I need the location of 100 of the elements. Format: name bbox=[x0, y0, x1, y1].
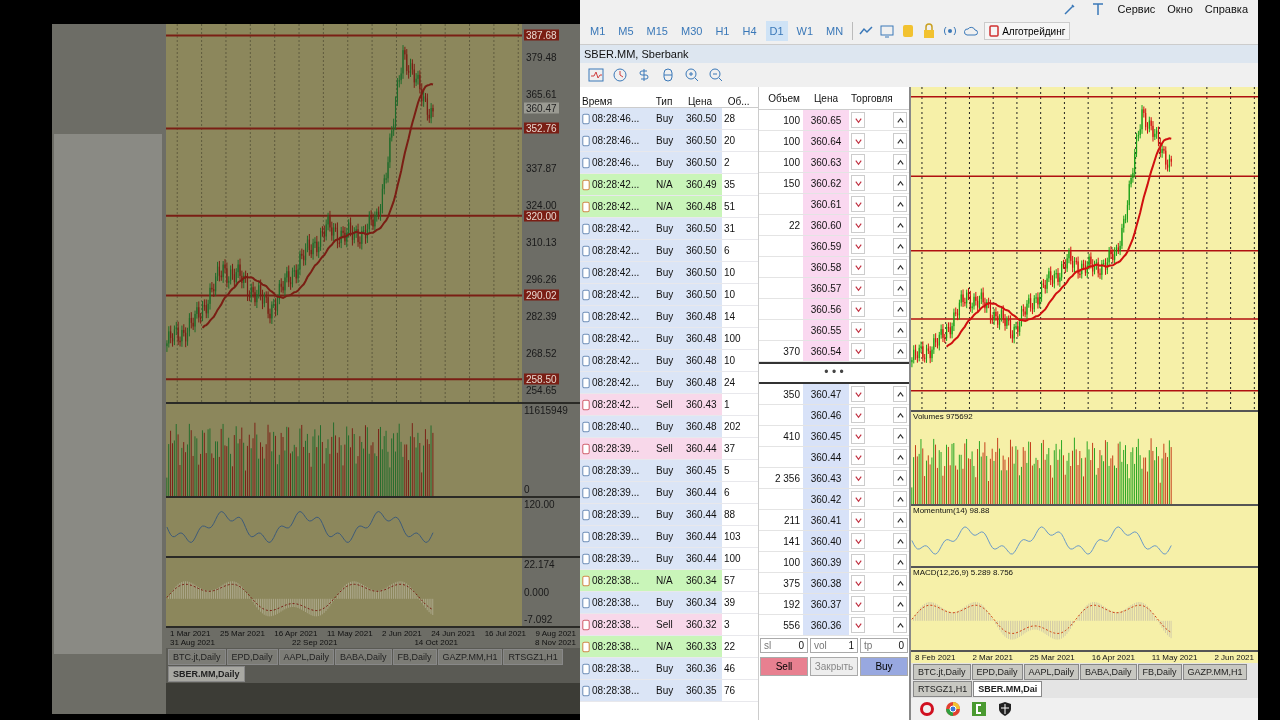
clock-icon[interactable] bbox=[612, 67, 628, 83]
buy-arrow-button[interactable] bbox=[893, 491, 907, 507]
chart-tab[interactable]: BTC.jt,Daily bbox=[168, 649, 226, 665]
price-cell[interactable]: 360.56 bbox=[803, 299, 849, 319]
buy-arrow-button[interactable] bbox=[893, 343, 907, 359]
price-cell[interactable]: 360.42 bbox=[803, 489, 849, 509]
price-cell[interactable]: 360.60 bbox=[803, 215, 849, 235]
price-cell[interactable]: 360.37 bbox=[803, 594, 849, 614]
buy-arrow-button[interactable] bbox=[893, 259, 907, 275]
sell-arrow-button[interactable] bbox=[851, 301, 865, 317]
buy-arrow-button[interactable] bbox=[893, 596, 907, 612]
buy-arrow-button[interactable] bbox=[893, 617, 907, 633]
price-cell[interactable]: 360.43 bbox=[803, 468, 849, 488]
price-cell[interactable]: 360.46 bbox=[803, 405, 849, 425]
chart-tab[interactable]: FB,Daily bbox=[392, 649, 437, 665]
chart-tab[interactable]: EPD,Daily bbox=[971, 664, 1023, 680]
timeframe-button[interactable]: H1 bbox=[711, 21, 734, 41]
price-cell[interactable]: 360.58 bbox=[803, 257, 849, 277]
price-cell[interactable]: 360.36 bbox=[803, 615, 849, 635]
sell-arrow-button[interactable] bbox=[851, 196, 865, 212]
buy-arrow-button[interactable] bbox=[893, 512, 907, 528]
dollar-icon[interactable] bbox=[636, 67, 652, 83]
price-cell[interactable]: 360.40 bbox=[803, 531, 849, 551]
chart-tab[interactable]: SBER.MM,Daily bbox=[168, 666, 245, 682]
buy-arrow-button[interactable] bbox=[893, 575, 907, 591]
column-header[interactable]: Цена bbox=[685, 96, 726, 107]
buy-button[interactable]: Buy bbox=[860, 657, 908, 676]
sell-arrow-button[interactable] bbox=[851, 112, 865, 128]
browser-icon[interactable] bbox=[945, 701, 961, 717]
zoom-in-icon[interactable] bbox=[684, 67, 700, 83]
pulse-icon[interactable] bbox=[588, 67, 604, 83]
sell-arrow-button[interactable] bbox=[851, 428, 865, 444]
sell-button[interactable]: Sell bbox=[760, 657, 808, 676]
price-cell[interactable]: 360.44 bbox=[803, 447, 849, 467]
menu-item[interactable]: Справка bbox=[1204, 3, 1248, 15]
shield-icon[interactable] bbox=[997, 701, 1013, 717]
cylinder-icon[interactable] bbox=[660, 67, 676, 83]
chart-tab[interactable]: GAZP.MM,H1 bbox=[1182, 664, 1248, 680]
bracket-icon[interactable] bbox=[971, 701, 987, 717]
price-cell[interactable]: 360.63 bbox=[803, 152, 849, 172]
algo-trading-button[interactable]: Алготрейдинг bbox=[984, 22, 1071, 40]
buy-arrow-button[interactable] bbox=[893, 133, 907, 149]
buy-arrow-button[interactable] bbox=[893, 533, 907, 549]
column-header[interactable]: Об... bbox=[725, 96, 758, 107]
price-cell[interactable]: 360.38 bbox=[803, 573, 849, 593]
buy-arrow-button[interactable] bbox=[893, 280, 907, 296]
chart-tab[interactable]: BABA,Daily bbox=[1080, 664, 1137, 680]
column-header[interactable]: Время bbox=[580, 96, 654, 107]
price-cell[interactable]: 360.45 bbox=[803, 426, 849, 446]
timeframe-button[interactable]: M30 bbox=[676, 21, 707, 41]
sell-arrow-button[interactable] bbox=[851, 175, 865, 191]
price-cell[interactable]: 360.55 bbox=[803, 320, 849, 340]
sell-arrow-button[interactable] bbox=[851, 407, 865, 423]
sell-arrow-button[interactable] bbox=[851, 554, 865, 570]
buy-arrow-button[interactable] bbox=[893, 154, 907, 170]
sell-arrow-button[interactable] bbox=[851, 133, 865, 149]
buy-arrow-button[interactable] bbox=[893, 196, 907, 212]
chart-tab[interactable]: RTSGZ1,H1 bbox=[913, 681, 973, 697]
sell-arrow-button[interactable] bbox=[851, 238, 865, 254]
buy-arrow-button[interactable] bbox=[893, 386, 907, 402]
sell-arrow-button[interactable] bbox=[851, 259, 865, 275]
volume-field[interactable]: vol 1 bbox=[810, 638, 858, 653]
sell-arrow-button[interactable] bbox=[851, 617, 865, 633]
price-cell[interactable]: 360.62 bbox=[803, 173, 849, 193]
take-profit-field[interactable]: tp 0 bbox=[860, 638, 908, 653]
price-cell[interactable]: 360.39 bbox=[803, 552, 849, 572]
stop-loss-field[interactable]: sl 0 bbox=[760, 638, 808, 653]
price-cell[interactable]: 360.61 bbox=[803, 194, 849, 214]
price-cell[interactable]: 360.57 bbox=[803, 278, 849, 298]
sell-arrow-button[interactable] bbox=[851, 533, 865, 549]
timeframe-button[interactable]: M15 bbox=[642, 21, 672, 41]
zoom-out-icon[interactable] bbox=[708, 67, 724, 83]
sell-arrow-button[interactable] bbox=[851, 154, 865, 170]
chart-tab[interactable]: AAPL,Daily bbox=[1023, 664, 1080, 680]
buy-arrow-button[interactable] bbox=[893, 238, 907, 254]
sell-arrow-button[interactable] bbox=[851, 280, 865, 296]
chart-tab[interactable]: EPD,Daily bbox=[226, 649, 278, 665]
timeframe-button[interactable]: D1 bbox=[765, 21, 788, 41]
price-cell[interactable]: 360.65 bbox=[803, 110, 849, 130]
sell-arrow-button[interactable] bbox=[851, 512, 865, 528]
menu-item[interactable]: Сервис bbox=[1117, 3, 1156, 15]
buy-arrow-button[interactable] bbox=[893, 554, 907, 570]
buy-arrow-button[interactable] bbox=[893, 301, 907, 317]
price-cell[interactable]: 360.64 bbox=[803, 131, 849, 151]
timeframe-button[interactable]: M5 bbox=[614, 21, 638, 41]
sell-arrow-button[interactable] bbox=[851, 343, 865, 359]
sell-arrow-button[interactable] bbox=[851, 322, 865, 338]
buy-arrow-button[interactable] bbox=[893, 175, 907, 191]
sell-arrow-button[interactable] bbox=[851, 575, 865, 591]
chart-tab[interactable]: FB,Daily bbox=[1137, 664, 1182, 680]
chart-tab[interactable]: AAPL,Daily bbox=[278, 649, 335, 665]
ring-icon[interactable] bbox=[919, 701, 935, 717]
timeframe-button[interactable]: MN bbox=[822, 21, 848, 41]
sell-arrow-button[interactable] bbox=[851, 596, 865, 612]
chart-tab[interactable]: SBER.MM,Dai bbox=[973, 681, 1043, 697]
buy-arrow-button[interactable] bbox=[893, 322, 907, 338]
sell-arrow-button[interactable] bbox=[851, 491, 865, 507]
timeframe-button[interactable]: W1 bbox=[792, 21, 818, 41]
price-cell[interactable]: 360.59 bbox=[803, 236, 849, 256]
buy-arrow-button[interactable] bbox=[893, 407, 907, 423]
